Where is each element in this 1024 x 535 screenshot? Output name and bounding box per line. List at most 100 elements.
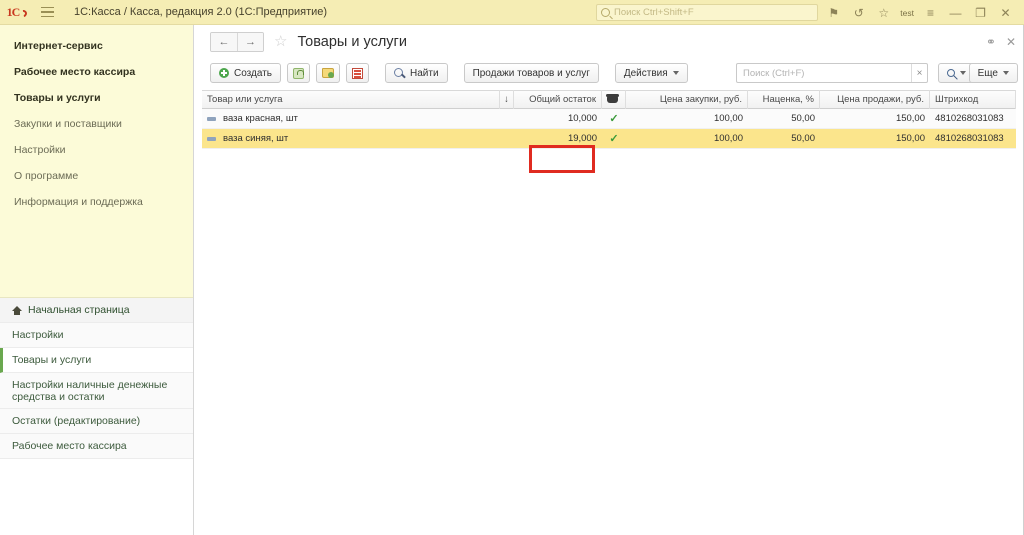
hamburger-menu-icon[interactable] [34, 0, 60, 25]
page-title: Товары и услуги [297, 33, 407, 50]
goods-table: Товар или услуга ↓ Общий остаток Цена за… [202, 90, 1016, 149]
app-title: 1С:Касса / Касса, редакция 2.0 (1С:Предп… [74, 6, 328, 18]
column-header-product[interactable]: Товар или услуга [202, 90, 500, 109]
menu-lines-icon[interactable]: ≡ [918, 0, 943, 25]
lock-product-icon [293, 67, 305, 79]
sidebar-item-info-support[interactable]: Информация и поддержка [0, 189, 193, 215]
cell-sale-price: 150,00 [895, 133, 925, 144]
bell-icon[interactable]: ⚑ [821, 0, 846, 25]
table-row[interactable]: ваза синяя, шт 19,000 ✓ 100,00 50,00 150… [202, 129, 1016, 149]
column-header-markup[interactable]: Наценка, % [748, 90, 820, 109]
cell-markup: 50,00 [791, 133, 815, 144]
sidebar: Интернет-сервис Рабочее место кассира То… [0, 25, 194, 535]
new-folder-icon [322, 68, 335, 78]
add-favorite-star-icon[interactable]: ☆ [274, 34, 287, 49]
column-header-marking[interactable] [602, 90, 626, 109]
navigation-buttons: ← → [210, 31, 264, 52]
close-tab-icon[interactable]: ✕ [1006, 35, 1016, 49]
sidebar-sections: Интернет-сервис Рабочее место кассира То… [0, 25, 193, 298]
open-pages-list: Начальная страница Настройки Товары и ус… [0, 298, 193, 459]
chevron-down-icon [1003, 71, 1009, 75]
more-menu-button[interactable]: Еще [968, 63, 1018, 83]
report-button[interactable] [346, 63, 370, 83]
table-search-placeholder: Поиск (Ctrl+F) [743, 67, 805, 79]
sort-direction-icon[interactable]: ↓ [500, 90, 514, 109]
nav-item-stock-edit[interactable]: Остатки (редактирование) [0, 409, 193, 434]
marking-icon [606, 94, 619, 103]
report-icon [352, 67, 364, 79]
chevron-down-icon [672, 71, 679, 75]
cell-product-label: ваза синяя, шт [223, 133, 289, 144]
cell-product: ваза синяя, шт [202, 129, 500, 149]
nav-item-cash-settings[interactable]: Настройки наличные денежные средства и о… [0, 373, 193, 409]
cell-sale-price: 150,00 [895, 113, 925, 124]
nav-item-cash-settings-line2: средства и остатки [12, 391, 105, 403]
create-button[interactable]: Создать [210, 63, 282, 83]
cell-stock: 10,000 [567, 113, 597, 124]
title-bar: 1С 1С:Касса / Касса, редакция 2.0 (1С:Пр… [0, 0, 1024, 25]
sidebar-item-about[interactable]: О программе [0, 163, 193, 189]
sidebar-item-goods-services[interactable]: Товары и услуги [0, 85, 193, 111]
global-search-input[interactable]: Поиск Ctrl+Shift+F [596, 4, 818, 21]
minimize-button[interactable]: — [943, 0, 968, 25]
table-header-row: Товар или услуга ↓ Общий остаток Цена за… [202, 90, 1016, 109]
cell-stock: 19,000 [567, 133, 597, 144]
cell-markup: 50,00 [791, 113, 815, 124]
sidebar-item-settings[interactable]: Настройки [0, 137, 193, 163]
cell-barcode: 4810268031083 [935, 113, 1004, 124]
table-search-input[interactable]: Поиск (Ctrl+F) × [736, 63, 928, 83]
main-panel: ← → ☆ Товары и услуги ⚭ ✕ Создать Найти … [202, 25, 1024, 535]
cell-marking-check: ✓ [609, 133, 619, 145]
search-icon [601, 8, 610, 17]
cell-spacer [500, 109, 514, 129]
maximize-button[interactable]: ❐ [968, 0, 993, 25]
nav-item-home-page[interactable]: Начальная страница [0, 298, 193, 323]
column-header-sale-price[interactable]: Цена продажи, руб. [820, 90, 930, 109]
nav-item-goods-services[interactable]: Товары и услуги [0, 348, 193, 373]
page-header-actions: ⚭ ✕ [986, 25, 1016, 58]
titlebar-icons: ⚑ ↺ ☆ test ≡ — ❐ ✕ [821, 0, 1018, 25]
plus-icon [219, 68, 229, 78]
sidebar-item-internet-service[interactable]: Интернет-сервис [0, 33, 193, 59]
global-search-placeholder: Поиск Ctrl+Shift+F [614, 7, 694, 18]
close-window-button[interactable]: ✕ [993, 0, 1018, 25]
toolbar: Создать Найти Продажи товаров и услуг Де… [202, 58, 1024, 88]
find-button-label: Найти [410, 67, 439, 79]
cell-purchase-price: 100,00 [713, 113, 743, 124]
nav-item-cashier-workplace[interactable]: Рабочее место кассира [0, 434, 193, 459]
search-icon [946, 69, 955, 77]
sidebar-item-purchases-suppliers[interactable]: Закупки и поставщики [0, 111, 193, 137]
nav-item-home-label: Начальная страница [28, 304, 130, 316]
new-folder-button[interactable] [316, 63, 341, 83]
home-icon [12, 305, 22, 315]
column-header-barcode[interactable]: Штрихкод [930, 90, 1016, 109]
find-icon [394, 67, 405, 79]
cell-purchase-price: 100,00 [713, 133, 743, 144]
column-header-purchase-price[interactable]: Цена закупки, руб. [626, 90, 748, 109]
cell-spacer [500, 129, 514, 149]
product-item-icon [207, 116, 216, 121]
nav-item-cash-settings-line1: Настройки наличные денежные [12, 379, 168, 391]
back-button[interactable]: ← [211, 32, 237, 51]
forward-button[interactable]: → [237, 32, 263, 51]
page-header: ← → ☆ Товары и услуги ⚭ ✕ [202, 25, 1024, 58]
nav-item-settings[interactable]: Настройки [0, 323, 193, 348]
actions-dropdown-button[interactable]: Действия [614, 63, 688, 83]
lock-product-button[interactable] [287, 63, 311, 83]
user-label[interactable]: test [896, 8, 918, 18]
cell-marking-check: ✓ [609, 113, 619, 125]
table-row[interactable]: ваза красная, шт 10,000 ✓ 100,00 50,00 1… [202, 109, 1016, 129]
more-menu-label: Еще [977, 67, 998, 79]
column-header-stock[interactable]: Общий остаток [514, 90, 602, 109]
find-button[interactable]: Найти [385, 63, 448, 83]
sales-of-goods-button[interactable]: Продажи товаров и услуг [463, 63, 599, 83]
favorites-star-icon[interactable]: ☆ [871, 0, 896, 25]
application-window: 1С 1С:Касса / Касса, редакция 2.0 (1С:Пр… [0, 0, 1024, 535]
link-icon[interactable]: ⚭ [986, 35, 996, 49]
clear-search-icon[interactable]: × [911, 64, 927, 82]
1c-logo-icon: 1С [0, 0, 34, 25]
history-icon[interactable]: ↺ [846, 0, 871, 25]
cell-product-label: ваза красная, шт [223, 113, 298, 124]
sidebar-item-cashier-workplace[interactable]: Рабочее место кассира [0, 59, 193, 85]
cell-product: ваза красная, шт [202, 109, 500, 129]
